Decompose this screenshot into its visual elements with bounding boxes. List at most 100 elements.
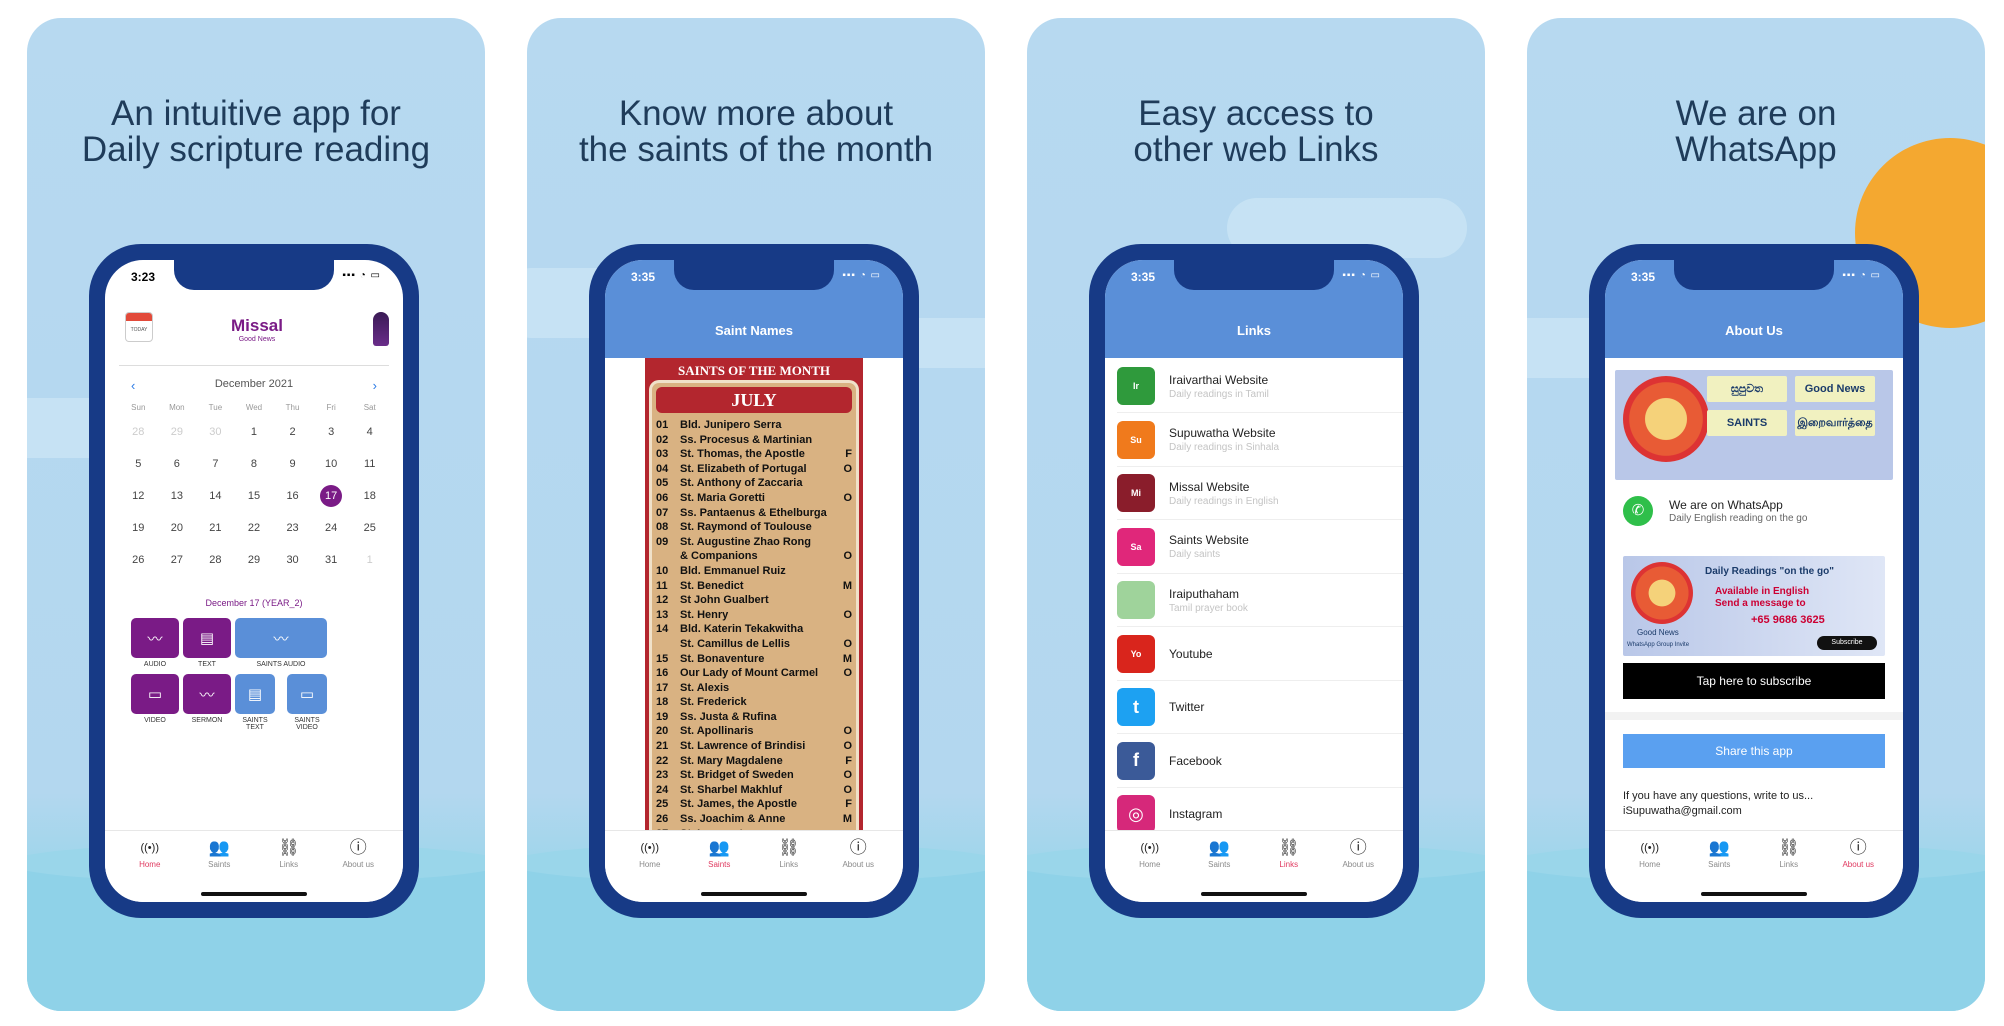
calendar-day[interactable]: 25 [350,512,389,544]
calendar-day[interactable]: 13 [158,480,197,512]
calendar-day[interactable]: 31 [312,544,351,576]
link-icon: Yo [1117,634,1155,673]
subscribe-button[interactable]: Tap here to subscribe [1623,663,1885,699]
tab-about-us[interactable]: ⓘ About us [1828,839,1888,902]
calendar-day[interactable]: 28 [119,416,158,448]
link-row[interactable]: Yo Youtube [1117,628,1403,681]
calendar-day[interactable]: 30 [196,416,235,448]
saint-rank [840,476,852,491]
link-row[interactable]: f Facebook [1117,735,1403,788]
notch [674,260,834,290]
media-icon: ▤ [235,674,275,714]
link-name: Iraiputhaham [1169,586,1240,601]
tab-home[interactable]: ((•)) Home [620,839,680,902]
media-button-text[interactable]: ▤ TEXT [183,618,231,668]
calendar-day[interactable]: 15 [235,480,274,512]
calendar-day[interactable]: 22 [235,512,274,544]
home-indicator [1701,892,1807,896]
tab-home[interactable]: ((•)) Home [120,839,180,902]
link-row[interactable]: Iraiputhaham Tamil prayer book [1117,574,1403,627]
media-button-saints-video[interactable]: ▭ SAINTS VIDEO [287,674,327,731]
calendar-day[interactable]: 9 [273,448,312,480]
calendar-day[interactable]: 4 [350,416,389,448]
media-icon: 〰 [235,618,327,658]
link-row[interactable]: t Twitter [1117,681,1403,734]
saint-row: 23 St. Bridget of Sweden O [656,768,852,783]
calendar-day[interactable]: 8 [235,448,274,480]
whatsapp-subtitle: Daily English reading on the go [1669,513,1808,524]
calendar-day[interactable]: 17 [312,480,351,512]
saint-name: St. Thomas, the Apostle [680,448,805,461]
saint-rank [840,506,852,521]
calendar-day[interactable]: 14 [196,480,235,512]
media-button-sermon[interactable]: 〰 SERMON [183,674,231,724]
link-text: Twitter [1169,700,1204,714]
calendar-day[interactable]: 10 [312,448,351,480]
link-row[interactable]: Ir Iraivarthai Website Daily readings in T… [1117,360,1403,413]
calendar-day[interactable]: 28 [196,544,235,576]
calendar-day[interactable]: 5 [119,448,158,480]
saint-name: St. Alexis [680,681,730,694]
calendar-day[interactable]: 2 [273,416,312,448]
daily-readings-banner[interactable]: Daily Readings "on the go" Available in … [1623,556,1885,656]
calendar-day[interactable]: 16 [273,480,312,512]
link-row[interactable]: Sa Saints Website Daily saints [1117,521,1403,574]
calendar-day[interactable]: 20 [158,512,197,544]
link-text: Youtube [1169,647,1213,661]
calendar-day[interactable]: 21 [196,512,235,544]
saint-row: 05 St. Anthony of Zaccaria [656,476,852,491]
calendar-day[interactable]: 29 [158,416,197,448]
calendar-day[interactable]: 23 [273,512,312,544]
calendar-day[interactable]: 11 [350,448,389,480]
saint-row: 16 Our Lady of Mount Carmel O [656,666,852,681]
saint-row: 12 St John Gualbert [656,593,852,608]
saint-rank [840,681,852,696]
good-news-logo [1623,376,1709,462]
saint-rank: O [843,608,852,621]
calendar-day[interactable]: 24 [312,512,351,544]
calendar-day[interactable]: 7 [196,448,235,480]
saint-row: 24 St. Sharbel Makhluf O [656,783,852,798]
calendar-day[interactable]: 1 [350,544,389,576]
dr-invite: WhatsApp Group Invite [1627,642,1690,648]
tab-home[interactable]: ((•)) Home [1120,839,1180,902]
link-text: Iraivarthai Website Daily readings in Tam… [1169,373,1269,400]
link-icon: Mi [1117,474,1155,512]
link-row[interactable]: Mi Missal Website Daily readings in Englis… [1117,467,1403,520]
calendar-day[interactable]: 6 [158,448,197,480]
media-button-audio[interactable]: 〰 AUDIO [131,618,179,668]
tab-label: Links [1779,860,1799,869]
share-button[interactable]: Share this app [1623,734,1885,768]
calendar-day[interactable]: 27 [158,544,197,576]
tab-home[interactable]: ((•)) Home [1620,839,1680,902]
link-row[interactable]: Su Supuwatha Website Daily readings in Sin… [1117,414,1403,467]
calendar-day[interactable]: 18 [350,480,389,512]
priest-icon[interactable] [373,312,389,346]
weekday-label: Fri [326,403,336,412]
phone-screen: 3:35 ▪▪▪ ◔ ▭ Saint Names SAINTS OF THE MO… [605,260,903,902]
calendar-day[interactable]: 19 [119,512,158,544]
saint-name: St. Benedict [680,579,744,592]
media-button-saints-audio[interactable]: 〰 SAINTS AUDIO [235,618,327,668]
tab-about-us[interactable]: ⓘ About us [828,839,888,902]
whatsapp-row[interactable]: ✆ We are on WhatsApp Daily English readi… [1623,492,1893,532]
media-button-saints-text[interactable]: ▤ SAINTS TEXT [235,674,275,731]
saint-row: 11 St. Benedict M [656,579,852,594]
calendar-day[interactable]: 29 [235,544,274,576]
link-text: Instagram [1169,807,1222,821]
link-icon: ⛓ [1277,838,1300,857]
calendar-day[interactable]: 26 [119,544,158,576]
calendar-day[interactable]: 12 [119,480,158,512]
calendar-day[interactable]: 3 [312,416,351,448]
tab-label: Saints [708,860,731,869]
radio-icon: ((•)) [640,842,659,854]
prev-month-button[interactable]: ‹ [131,378,135,393]
calendar-day[interactable]: 30 [273,544,312,576]
media-button-video[interactable]: ▭ VIDEO [131,674,179,724]
saint-rank: M [842,579,852,592]
contact-email[interactable]: iSupuwatha@gmail.com [1623,805,1742,817]
tab-about-us[interactable]: ⓘ About us [1328,839,1388,902]
tab-about-us[interactable]: ⓘ About us [328,839,388,902]
next-month-button[interactable]: › [373,378,377,393]
calendar-day[interactable]: 1 [235,416,274,448]
